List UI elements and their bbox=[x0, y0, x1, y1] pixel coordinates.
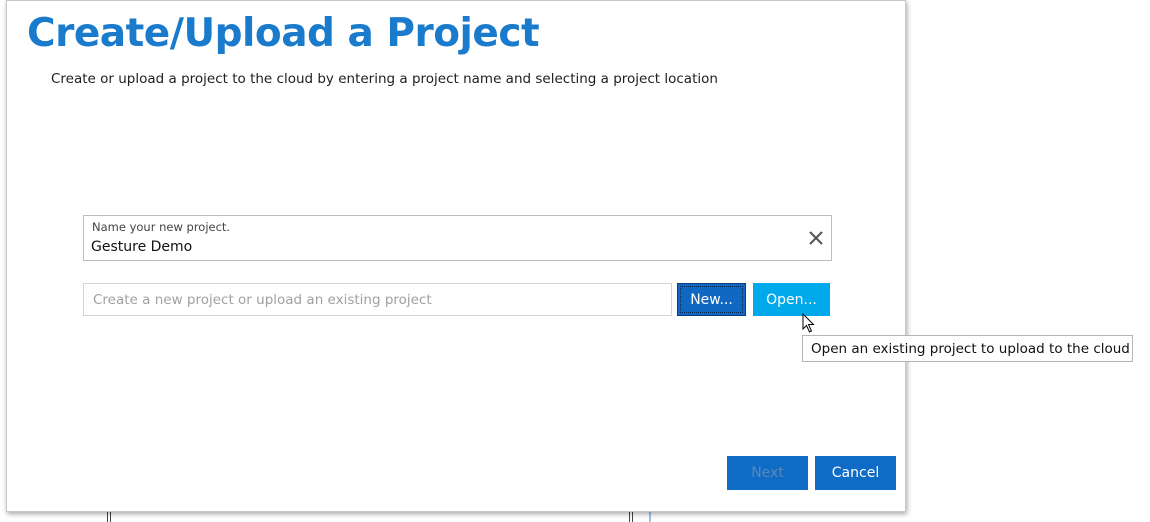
create-upload-dialog: Create/Upload a Project Create or upload… bbox=[6, 0, 906, 512]
close-icon[interactable] bbox=[807, 229, 825, 247]
cancel-button[interactable]: Cancel bbox=[815, 456, 896, 490]
project-name-value[interactable]: Gesture Demo bbox=[91, 239, 192, 255]
background-window-edge bbox=[632, 512, 633, 522]
open-project-button-label: Open... bbox=[766, 291, 817, 308]
project-location-field[interactable] bbox=[83, 283, 672, 316]
focus-ring bbox=[680, 286, 743, 313]
open-project-button[interactable]: Open... bbox=[753, 283, 830, 316]
project-name-label: Name your new project. bbox=[92, 220, 231, 234]
background-window-edge bbox=[629, 512, 630, 522]
background-window-edge bbox=[110, 512, 111, 522]
background-window-edge bbox=[649, 512, 651, 522]
screen: Create/Upload a Project Create or upload… bbox=[0, 0, 1150, 522]
open-button-tooltip: Open an existing project to upload to th… bbox=[802, 335, 1133, 362]
dialog-subtitle: Create or upload a project to the cloud … bbox=[51, 71, 718, 87]
next-button-label: Next bbox=[751, 465, 784, 481]
dialog-title: Create/Upload a Project bbox=[27, 11, 540, 56]
mouse-cursor-icon bbox=[802, 312, 816, 333]
new-project-button[interactable]: New... bbox=[677, 283, 746, 316]
background-window-edge bbox=[107, 512, 108, 522]
next-button[interactable]: Next bbox=[727, 456, 808, 490]
tooltip-text: Open an existing project to upload to th… bbox=[811, 340, 1130, 357]
project-name-field[interactable]: Name your new project. Gesture Demo bbox=[83, 215, 832, 261]
cancel-button-label: Cancel bbox=[831, 465, 880, 481]
project-location-input[interactable] bbox=[84, 284, 671, 315]
